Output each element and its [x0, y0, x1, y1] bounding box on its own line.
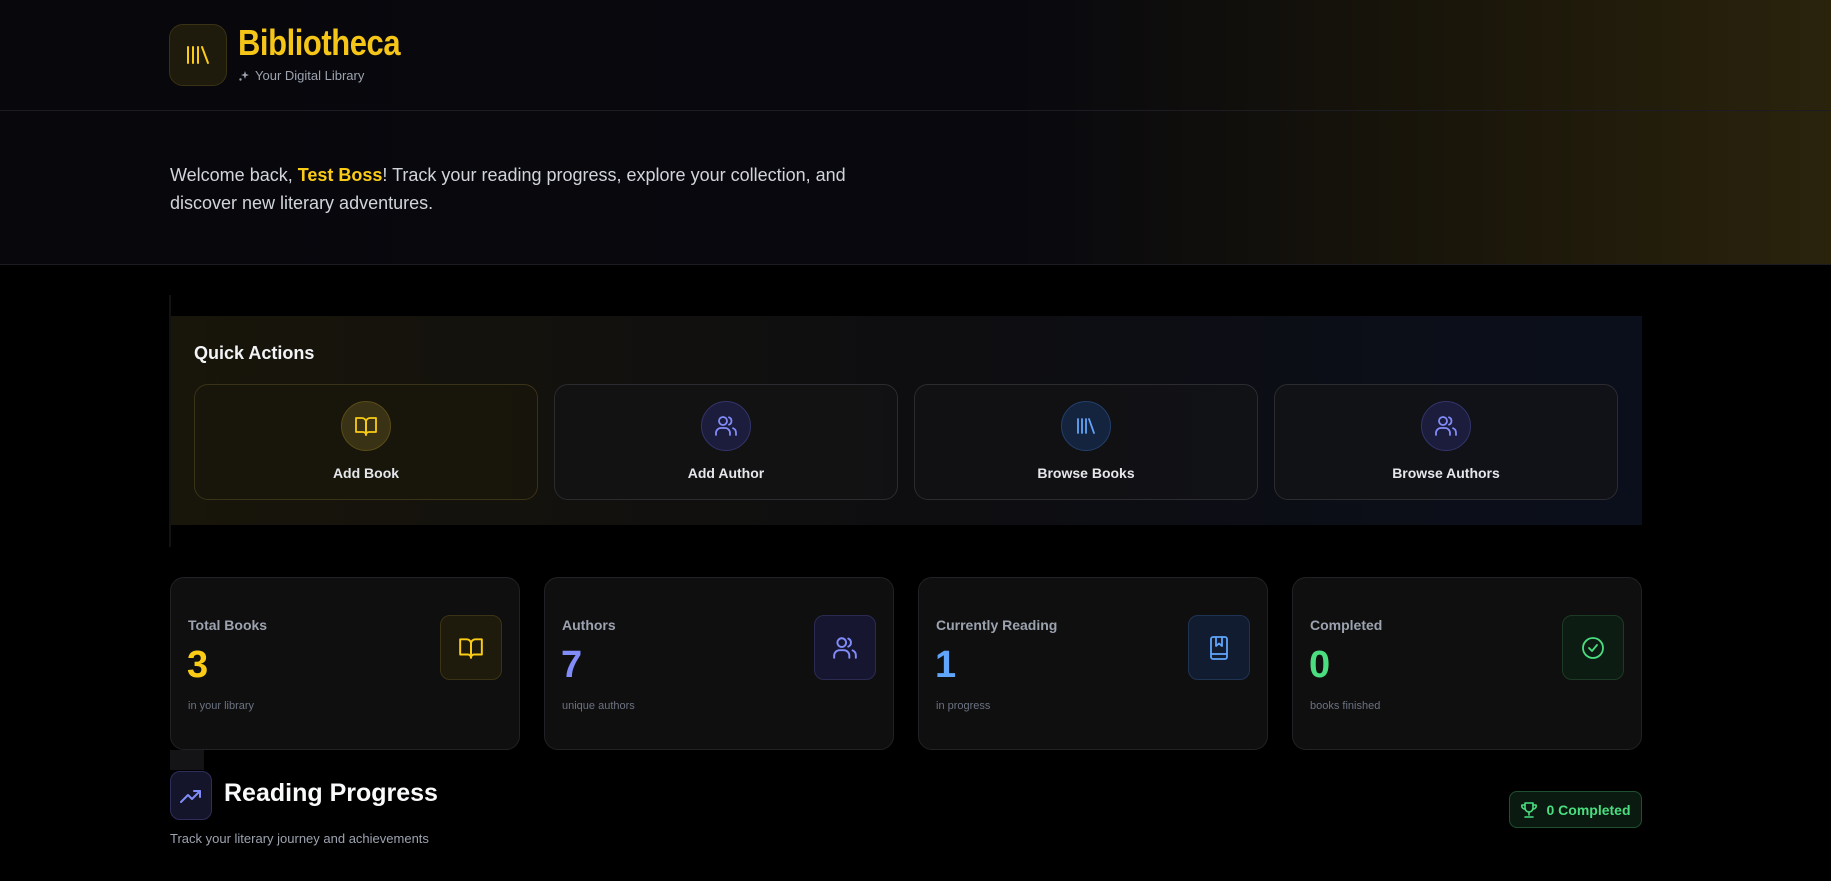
stat-sub: unique authors	[562, 700, 635, 712]
completed-badge: 0 Completed	[1509, 791, 1642, 828]
add-book-label: Add Book	[332, 465, 400, 481]
reading-progress-subtitle: Track your literary journey and achievem…	[170, 831, 429, 846]
stat-value: 1	[935, 644, 957, 686]
check-circle-icon	[1582, 636, 1604, 659]
quick-actions-title: Quick Actions	[194, 343, 315, 363]
browse-books-label: Browse Books	[1037, 465, 1135, 481]
user-name: Test Boss	[297, 165, 383, 185]
stat-label: Authors	[562, 617, 616, 633]
stat-sub: in your library	[188, 700, 255, 712]
stat-value: 3	[187, 644, 209, 686]
users-icon	[1435, 416, 1457, 436]
reading-progress-icon-wrap	[170, 771, 212, 820]
stat-value: 7	[561, 644, 583, 686]
stat-card-authors: Authors 7 unique authors	[544, 577, 894, 750]
stat-icon-wrap	[1562, 615, 1624, 680]
reading-progress-tab	[170, 750, 204, 770]
trending-up-icon	[180, 789, 201, 803]
bookmark-book-icon	[1210, 635, 1228, 660]
completed-badge-text: 0 Completed	[1546, 801, 1631, 818]
users-icon	[833, 636, 857, 659]
add-author-button[interactable]: Add Author	[554, 384, 898, 500]
users-icon	[715, 416, 737, 436]
add-book-button[interactable]: Add Book	[194, 384, 538, 500]
book-open-icon	[459, 637, 483, 659]
hero-divider	[0, 264, 1831, 265]
stat-card-completed: Completed 0 books finished	[1292, 577, 1642, 750]
stat-label: Total Books	[188, 617, 268, 633]
welcome-prefix: Welcome back,	[170, 165, 298, 185]
stat-label: Completed	[1310, 617, 1383, 633]
stat-icon-wrap	[440, 615, 502, 680]
stat-icon-wrap	[1188, 615, 1250, 680]
browse-books-icon-wrap	[1061, 401, 1111, 451]
app-subtitle: Your Digital Library	[238, 68, 364, 83]
browse-authors-icon-wrap	[1421, 401, 1471, 451]
add-author-icon-wrap	[701, 401, 751, 451]
quick-actions-panel: Quick Actions Add Book Add Author Browse…	[171, 316, 1642, 525]
app-subtitle-text: Your Digital Library	[255, 68, 365, 83]
stat-sub: books finished	[1310, 700, 1381, 712]
stat-card-currently-reading: Currently Reading 1 in progress	[918, 577, 1268, 750]
library-icon	[187, 46, 209, 64]
add-book-icon-wrap	[341, 401, 391, 451]
browse-authors-button[interactable]: Browse Authors	[1274, 384, 1618, 500]
stat-sub: in progress	[936, 700, 991, 712]
app-title: Bibliotheca	[238, 22, 401, 63]
stat-value: 0	[1309, 644, 1331, 686]
app-header: Bibliotheca Your Digital Library	[0, 0, 1831, 111]
reading-progress-title: Reading Progress	[224, 779, 438, 807]
library-icon	[1077, 418, 1095, 434]
welcome-message: Welcome back, Test Boss! Track your read…	[170, 161, 870, 217]
stat-label: Currently Reading	[936, 617, 1058, 633]
trophy-icon	[1521, 801, 1538, 818]
browse-books-button[interactable]: Browse Books	[914, 384, 1258, 500]
stat-card-total-books: Total Books 3 in your library	[170, 577, 520, 750]
stat-icon-wrap	[814, 615, 876, 680]
browse-authors-label: Browse Authors	[1392, 465, 1500, 481]
sparkles-icon	[239, 70, 249, 81]
book-open-icon	[355, 417, 377, 436]
logo[interactable]	[169, 24, 227, 86]
add-author-label: Add Author	[687, 465, 765, 481]
